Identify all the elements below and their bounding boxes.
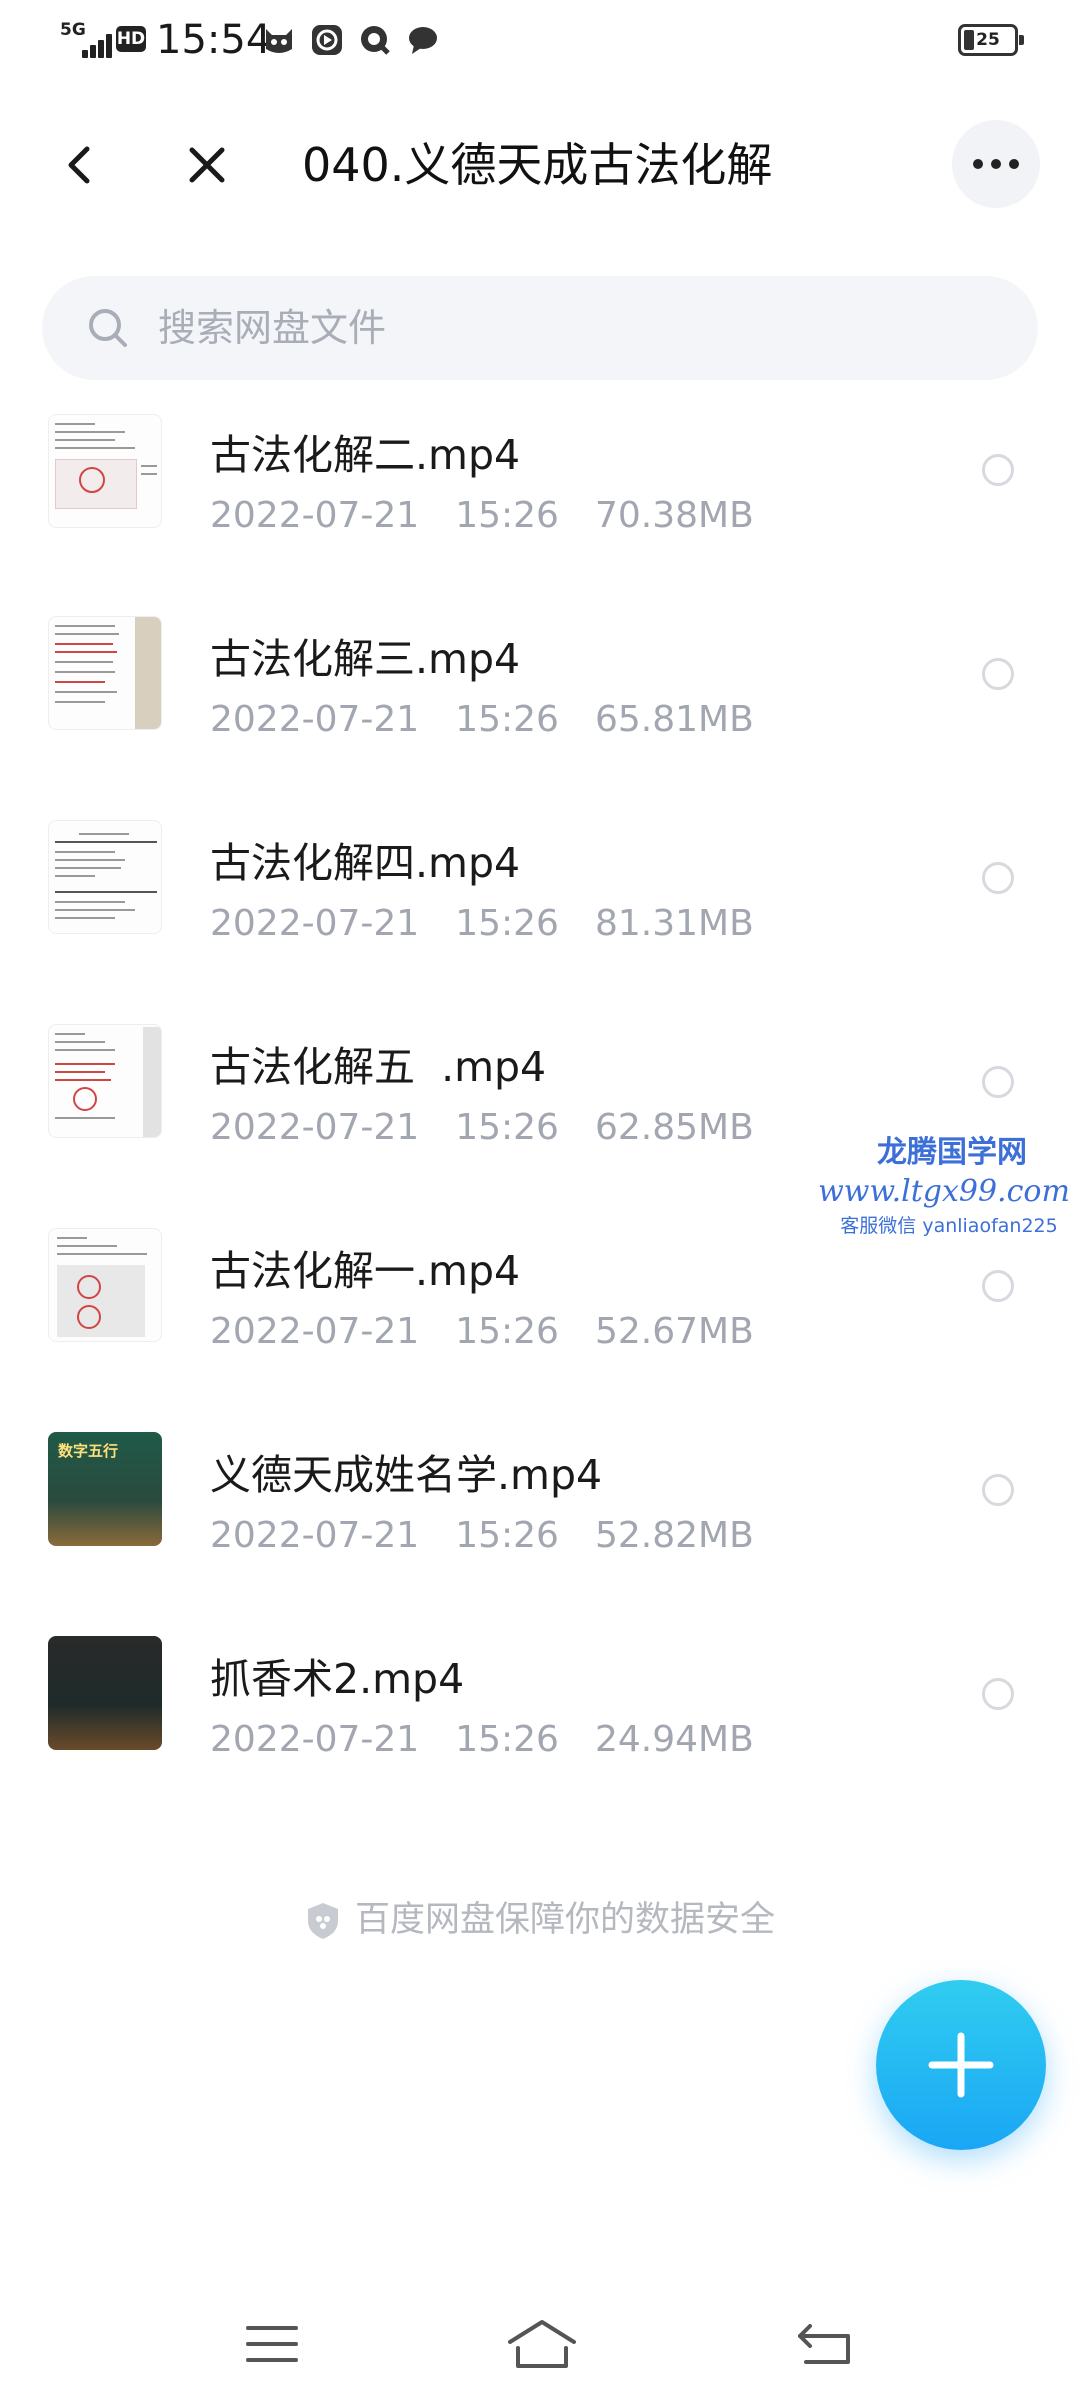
- add-button[interactable]: [876, 1980, 1046, 2150]
- file-time: 15:26: [455, 1719, 559, 1760]
- file-date: 2022-07-21: [210, 1719, 420, 1760]
- plus-icon: [928, 2032, 994, 2098]
- signal-icon: 5G: [60, 20, 112, 58]
- video-thumbnail: [48, 820, 162, 934]
- file-name: 抓香术2.mp4: [210, 1655, 465, 1703]
- file-name: 古法化解二.mp4: [210, 431, 521, 479]
- file-name: 古法化解一.mp4: [210, 1247, 521, 1295]
- file-time: 15:26: [455, 1311, 559, 1352]
- back-arrow-icon: [68, 146, 90, 184]
- thumbnail-title: 数字五行: [58, 1442, 119, 1460]
- cat-app-icon: [266, 29, 292, 53]
- file-row[interactable]: 古法化解四.mp4 2022-07-21 15:26 81.31MB: [0, 808, 1080, 1012]
- nav-home-button[interactable]: [502, 2312, 582, 2376]
- file-name: 古法化解三.mp4: [210, 635, 521, 683]
- file-row[interactable]: 数字五行 义德天成姓名学.mp4 2022-07-21 15:26 52.82MB: [0, 1420, 1080, 1624]
- file-size: 52.67MB: [594, 1311, 754, 1352]
- file-name: 义德天成姓名学.mp4: [210, 1451, 603, 1499]
- select-radio[interactable]: [982, 1270, 1014, 1302]
- header: 040.义德天成古法化解: [0, 110, 1080, 220]
- file-time: 15:26: [455, 495, 559, 536]
- watermark: 龙腾国学网 www.ltgx99.com 客服微信 yanliaofan225: [818, 1134, 1072, 1240]
- file-date: 2022-07-21: [210, 495, 420, 536]
- file-size: 81.31MB: [594, 903, 754, 944]
- file-meta: 2022-07-21 15:26 52.67MB: [210, 1310, 790, 1354]
- watermark-wechat: 客服微信 yanliaofan225: [840, 1215, 1058, 1237]
- file-name: 古法化解四.mp4: [210, 839, 521, 887]
- search-box[interactable]: [42, 276, 1038, 380]
- watermark-url: www.ltgx99.com: [818, 1174, 1070, 1209]
- file-size: 70.38MB: [594, 495, 754, 536]
- system-nav-bar: [0, 2290, 1080, 2400]
- file-time: 15:26: [455, 1107, 559, 1148]
- battery-level: 25: [976, 30, 1000, 50]
- more-dots-icon: [973, 159, 1019, 169]
- close-icon: [189, 147, 225, 183]
- file-meta: 2022-07-21 15:26 52.82MB: [210, 1514, 790, 1558]
- menu-icon: [246, 2326, 298, 2362]
- qq-icon: [361, 26, 390, 55]
- file-size: 52.82MB: [594, 1515, 754, 1556]
- status-bar: 5G HD 15:54 25: [0, 0, 1080, 80]
- file-meta: 2022-07-21 15:26 70.38MB: [210, 494, 790, 538]
- nav-menu-button[interactable]: [232, 2312, 312, 2376]
- file-meta: 2022-07-21 15:26 24.94MB: [210, 1718, 790, 1762]
- file-row[interactable]: 古法化解一.mp4 2022-07-21 15:26 52.67MB: [0, 1216, 1080, 1420]
- file-meta: 2022-07-21 15:26 81.31MB: [210, 902, 790, 946]
- file-size: 24.94MB: [594, 1719, 754, 1760]
- more-button[interactable]: [952, 120, 1040, 208]
- select-radio[interactable]: [982, 454, 1014, 486]
- select-radio[interactable]: [982, 862, 1014, 894]
- file-date: 2022-07-21: [210, 1311, 420, 1352]
- hd-badge: HD: [116, 26, 146, 52]
- video-thumbnail: [48, 414, 162, 528]
- file-time: 15:26: [455, 699, 559, 740]
- video-thumbnail: [48, 616, 162, 730]
- file-size: 65.81MB: [594, 699, 754, 740]
- select-radio[interactable]: [982, 1066, 1014, 1098]
- select-radio[interactable]: [982, 1474, 1014, 1506]
- video-thumbnail: [48, 1024, 162, 1138]
- select-radio[interactable]: [982, 658, 1014, 690]
- file-time: 15:26: [455, 1515, 559, 1556]
- file-time: 15:26: [455, 903, 559, 944]
- file-date: 2022-07-21: [210, 903, 420, 944]
- file-date: 2022-07-21: [210, 1515, 420, 1556]
- file-row[interactable]: 古法化解二.mp4 2022-07-21 15:26 70.38MB: [0, 400, 1080, 604]
- back-icon: [798, 2324, 850, 2364]
- file-name: 古法化解五 .mp4: [210, 1043, 547, 1091]
- search-icon: [89, 309, 127, 347]
- file-row[interactable]: 抓香术2.mp4 2022-07-21 15:26 24.94MB: [0, 1624, 1080, 1828]
- video-thumbnail: [48, 1636, 162, 1750]
- file-row[interactable]: 古法化解三.mp4 2022-07-21 15:26 65.81MB: [0, 604, 1080, 808]
- file-size: 62.85MB: [594, 1107, 754, 1148]
- select-radio[interactable]: [982, 1678, 1014, 1710]
- search-input[interactable]: [158, 276, 958, 380]
- file-date: 2022-07-21: [210, 1107, 420, 1148]
- home-icon: [508, 2320, 576, 2368]
- security-note: 百度网盘保障你的数据安全: [0, 1896, 1080, 1944]
- chat-bubble-icon: [409, 27, 437, 54]
- battery-icon: 25: [958, 24, 1024, 56]
- status-time: 15:54: [156, 17, 272, 63]
- back-button[interactable]: [46, 130, 116, 200]
- watermark-title: 龙腾国学网: [877, 1135, 1027, 1170]
- close-button[interactable]: [172, 130, 242, 200]
- security-note-text: 百度网盘保障你的数据安全: [354, 1900, 775, 1940]
- network-type: 5G: [60, 20, 86, 40]
- video-thumbnail: 数字五行: [48, 1432, 162, 1546]
- video-app-icon: [312, 25, 342, 55]
- file-meta: 2022-07-21 15:26 62.85MB: [210, 1106, 790, 1150]
- nav-back-button[interactable]: [786, 2312, 866, 2376]
- file-date: 2022-07-21: [210, 699, 420, 740]
- video-thumbnail: [48, 1228, 162, 1342]
- file-meta: 2022-07-21 15:26 65.81MB: [210, 698, 790, 742]
- shield-icon: [307, 1903, 338, 1939]
- page-title: 040.义德天成古法化解: [302, 138, 773, 192]
